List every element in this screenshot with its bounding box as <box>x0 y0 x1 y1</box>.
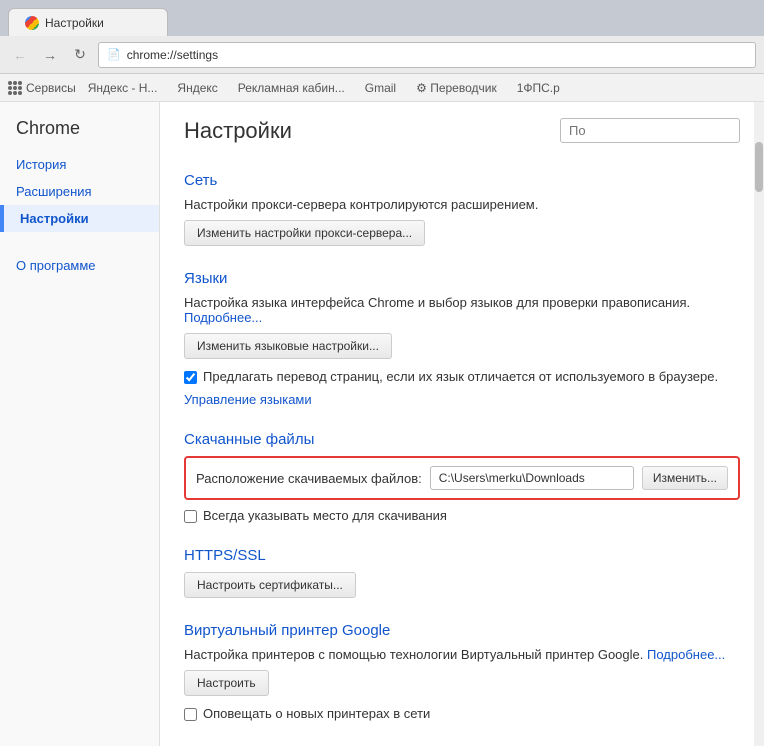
network-proxy-button[interactable]: Изменить настройки прокси-сервера... <box>184 220 425 246</box>
bookmark-item-1[interactable]: Яндекс <box>169 79 225 97</box>
section-https: HTTPS/SSL Настроить сертификаты... <box>184 547 740 598</box>
scrollbar-track[interactable] <box>754 102 764 746</box>
https-certs-button[interactable]: Настроить сертификаты... <box>184 572 356 598</box>
sidebar-active-wrapper: Настройки <box>0 205 159 232</box>
always-ask-checkbox[interactable] <box>184 510 197 523</box>
always-ask-label: Всегда указывать место для скачивания <box>203 508 447 523</box>
bookmark-item-4[interactable]: ⚙ Переводчик <box>408 79 505 97</box>
network-desc: Настройки прокси-сервера контролируются … <box>184 197 740 212</box>
manage-languages-link[interactable]: Управление языками <box>184 392 312 407</box>
settings-title: Настройки <box>184 118 292 144</box>
google-print-title: Виртуальный принтер Google <box>184 622 740 639</box>
sidebar-item-settings[interactable]: Настройки <box>0 205 159 232</box>
apps-button[interactable]: Сервисы <box>8 81 76 95</box>
settings-inner: Настройки Сеть Настройки прокси-сервера … <box>160 102 764 746</box>
downloads-always-ask-row: Всегда указывать место для скачивания <box>184 508 740 523</box>
sidebar-brand: Chrome <box>0 118 159 151</box>
sidebar-item-about[interactable]: О программе <box>0 252 159 279</box>
tab-title: Настройки <box>45 16 104 30</box>
languages-title: Языки <box>184 270 740 287</box>
scroll-spacer <box>184 164 740 172</box>
languages-translate-row: Предлагать перевод страниц, если их язык… <box>184 369 740 384</box>
downloads-highlighted: Расположение скачиваемых файлов: C:\User… <box>184 456 740 500</box>
google-print-desc: Настройка принтеров с помощью технологии… <box>184 647 740 662</box>
section-network: Сеть Настройки прокси-сервера контролиру… <box>184 172 740 246</box>
downloads-path-label: Расположение скачиваемых файлов: <box>196 471 422 486</box>
browser-content: Chrome История Расширения Настройки О пр… <box>0 102 764 746</box>
address-bar[interactable]: 📄 chrome://settings <box>98 42 756 68</box>
google-print-button[interactable]: Настроить <box>184 670 269 696</box>
active-indicator <box>0 205 4 232</box>
bookmark-item-2[interactable]: Рекламная кабин... <box>230 79 353 97</box>
back-button[interactable]: ← <box>8 43 32 67</box>
downloads-path-value: C:\Users\merku\Downloads <box>430 466 634 490</box>
page-icon: 📄 <box>107 48 121 61</box>
section-google-print: Виртуальный принтер Google Настройка при… <box>184 622 740 721</box>
settings-content: Настройки Сеть Настройки прокси-сервера … <box>160 102 764 746</box>
google-print-more-link[interactable]: Подробнее... <box>647 647 725 662</box>
sidebar: Chrome История Расширения Настройки О пр… <box>0 102 160 746</box>
forward-button[interactable]: → <box>38 43 62 67</box>
sidebar-item-extensions[interactable]: Расширения <box>0 178 159 205</box>
tab-bar: Настройки <box>0 0 764 36</box>
translate-label: Предлагать перевод страниц, если их язык… <box>203 369 718 384</box>
bookmarks-bar: Сервисы Яндекс - Н... Яндекс Рекламная к… <box>0 74 764 102</box>
notify-printers-checkbox[interactable] <box>184 708 197 721</box>
downloads-title: Скачанные файлы <box>184 431 740 448</box>
scrollbar-thumb[interactable] <box>755 142 763 192</box>
settings-search[interactable] <box>560 118 740 143</box>
languages-change-button[interactable]: Изменить языковые настройки... <box>184 333 392 359</box>
browser-frame: Настройки ← → ↻ 📄 chrome://settings Серв… <box>0 0 764 746</box>
apps-label: Сервисы <box>26 81 76 95</box>
refresh-button[interactable]: ↻ <box>68 43 92 67</box>
downloads-path-row: Расположение скачиваемых файлов: C:\User… <box>196 466 728 490</box>
address-text: chrome://settings <box>127 48 218 62</box>
network-title: Сеть <box>184 172 740 189</box>
languages-more-link[interactable]: Подробнее... <box>184 310 262 325</box>
notify-printers-row: Оповещать о новых принтерах в сети <box>184 706 740 721</box>
bookmark-item-0[interactable]: Яндекс - Н... <box>80 79 166 97</box>
languages-desc: Настройка языка интерфейса Chrome и выбо… <box>184 295 740 325</box>
bookmark-item-3[interactable]: Gmail <box>357 79 404 97</box>
tab-favicon <box>25 16 39 30</box>
apps-icon <box>8 81 22 95</box>
section-languages: Языки Настройка языка интерфейса Chrome … <box>184 270 740 407</box>
downloads-change-button[interactable]: Изменить... <box>642 466 728 490</box>
section-downloads: Скачанные файлы Расположение скачиваемых… <box>184 431 740 523</box>
nav-bar: ← → ↻ 📄 chrome://settings <box>0 36 764 74</box>
sidebar-item-history[interactable]: История <box>0 151 159 178</box>
active-tab[interactable]: Настройки <box>8 8 168 36</box>
https-title: HTTPS/SSL <box>184 547 740 564</box>
translate-checkbox[interactable] <box>184 371 197 384</box>
notify-printers-label: Оповещать о новых принтерах в сети <box>203 706 430 721</box>
bookmark-item-5[interactable]: 1ФПС.р <box>509 79 568 97</box>
